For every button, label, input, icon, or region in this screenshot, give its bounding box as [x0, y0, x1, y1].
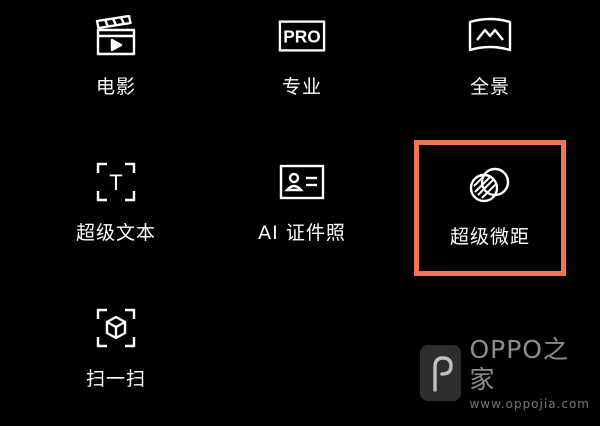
mode-movie[interactable]: 电影 — [36, 14, 196, 134]
panorama-icon — [466, 14, 514, 58]
id-card-icon — [278, 160, 326, 204]
clapperboard-icon — [92, 14, 140, 58]
watermark-url: www.oppojia.com — [469, 397, 590, 411]
text-glyph: T — [109, 170, 122, 195]
mode-label: 扫一扫 — [85, 368, 146, 390]
oppo-logo-icon — [420, 345, 462, 401]
mode-label: 超级文本 — [75, 222, 156, 244]
watermark: OPPO之家 www.oppojia.com — [420, 335, 590, 411]
text-scan-icon: T — [92, 160, 140, 204]
pro-badge-text: PRO — [283, 27, 320, 47]
mode-label: 电影 — [95, 76, 136, 98]
mode-scan[interactable]: 扫一扫 — [36, 306, 196, 426]
highlight-box — [414, 140, 566, 276]
mode-label: 专业 — [281, 76, 322, 98]
mode-pro[interactable]: PRO 专业 — [222, 14, 382, 134]
mode-super-text[interactable]: T 超级文本 — [36, 160, 196, 280]
mode-label: AI 证件照 — [258, 222, 346, 244]
mode-label: 全景 — [469, 76, 510, 98]
watermark-brand: OPPO之家 — [469, 335, 569, 394]
pro-badge-icon: PRO — [278, 14, 326, 58]
mode-ai-id-photo[interactable]: AI 证件照 — [222, 160, 382, 280]
scan-cube-icon — [92, 306, 140, 350]
mode-panorama[interactable]: 全景 — [410, 14, 570, 134]
